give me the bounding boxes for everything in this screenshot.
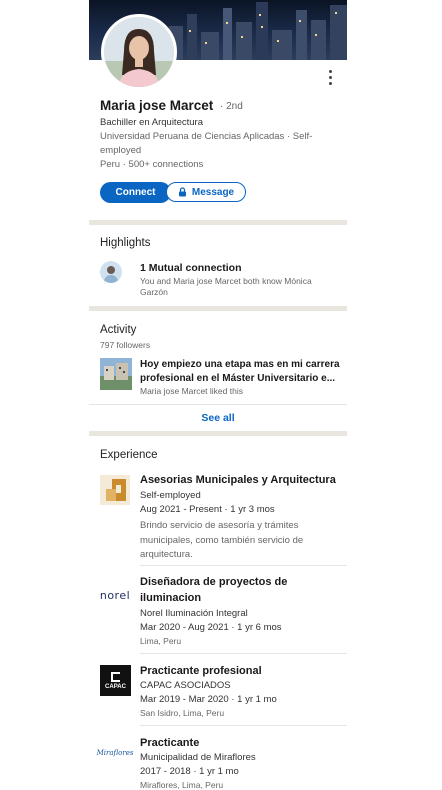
connect-button[interactable]: Connect	[100, 182, 171, 203]
experience-company: Norel Iluminación Integral	[140, 608, 248, 619]
lock-icon	[178, 187, 186, 197]
experience-location: San Isidro, Lima, Peru	[140, 708, 225, 718]
section-separator	[89, 220, 347, 225]
miraflores-logo-text: Miraflores	[96, 749, 134, 757]
profile-location: Peru	[100, 159, 121, 170]
experience-location: Miraflores, Lima, Peru	[140, 780, 224, 790]
experience-title[interactable]: Asesorias Municipales y Arquitectura	[140, 472, 340, 488]
experience-divider	[140, 653, 347, 654]
profile-headline: Bachiller en Arquitectura	[100, 117, 203, 128]
mutual-connection-title[interactable]: 1 Mutual connection	[140, 261, 242, 275]
message-label: Message	[191, 186, 235, 198]
profile-name: Maria jose Marcet	[100, 98, 214, 113]
experience-divider	[140, 565, 347, 566]
norel-logo-text: norel	[99, 588, 131, 602]
section-separator	[89, 306, 347, 311]
capac-logo-text: CAPAC	[105, 683, 126, 690]
company-logo-asesorias[interactable]	[100, 475, 130, 505]
more-options-icon[interactable]	[325, 70, 335, 88]
experience-location: Lima, Peru	[140, 636, 182, 646]
profile-avatar[interactable]	[101, 14, 177, 90]
profile-connections: 500+ connections	[128, 159, 204, 170]
see-all-activity-link[interactable]: See all	[89, 412, 347, 424]
company-logo-norel[interactable]: norel	[100, 580, 130, 610]
profile-location-connections: Peru · 500+ connections	[100, 158, 203, 172]
activity-post-text[interactable]: Hoy empiezo una etapa mas en mi carrera …	[140, 358, 340, 386]
activity-post-meta: Maria jose Marcet liked this	[140, 386, 243, 396]
experience-heading: Experience	[100, 449, 158, 461]
company-logo-capac[interactable]: CAPAC	[100, 665, 131, 696]
section-separator	[89, 431, 347, 436]
connection-degree: · 2nd	[220, 101, 243, 112]
experience-company: Self-employed	[140, 490, 201, 501]
experience-title[interactable]: Diseñadora de proyectos de iluminacion	[140, 574, 340, 606]
activity-heading: Activity	[100, 324, 137, 336]
activity-post-thumbnail[interactable]	[100, 358, 132, 390]
experience-title[interactable]: Practicante profesional	[140, 663, 340, 679]
experience-company: Municipalidad de Miraflores	[140, 752, 256, 763]
experience-dates: Aug 2021 - Present · 1 yr 3 mos	[140, 504, 275, 515]
profile-page: Maria jose Marcet · 2nd Bachiller en Arq…	[89, 0, 347, 790]
capac-mark-icon	[110, 671, 120, 682]
experience-dates: Mar 2019 - Mar 2020 · 1 yr 1 mo	[140, 694, 277, 705]
message-button[interactable]: Message	[166, 182, 246, 202]
mutual-connection-avatar[interactable]	[100, 261, 122, 283]
highlights-heading: Highlights	[100, 237, 151, 249]
experience-title[interactable]: Practicante	[140, 735, 340, 751]
profile-education: Universidad Peruana de Ciencias Aplicada…	[100, 131, 313, 156]
company-logo-miraflores[interactable]: Miraflores	[97, 738, 134, 768]
experience-dates: 2017 - 2018 · 1 yr 1 mo	[140, 766, 239, 777]
experience-description: Brindo servicio de asesoría y trámites m…	[140, 520, 304, 560]
experience-divider	[140, 725, 347, 726]
mutual-connection-desc: You and Maria jose Marcet both know Móni…	[140, 276, 312, 297]
activity-divider	[89, 404, 347, 405]
experience-company: CAPAC ASOCIADOS	[140, 680, 231, 691]
experience-dates: Mar 2020 - Aug 2021 · 1 yr 6 mos	[140, 622, 282, 633]
followers-count: 797 followers	[100, 340, 151, 350]
